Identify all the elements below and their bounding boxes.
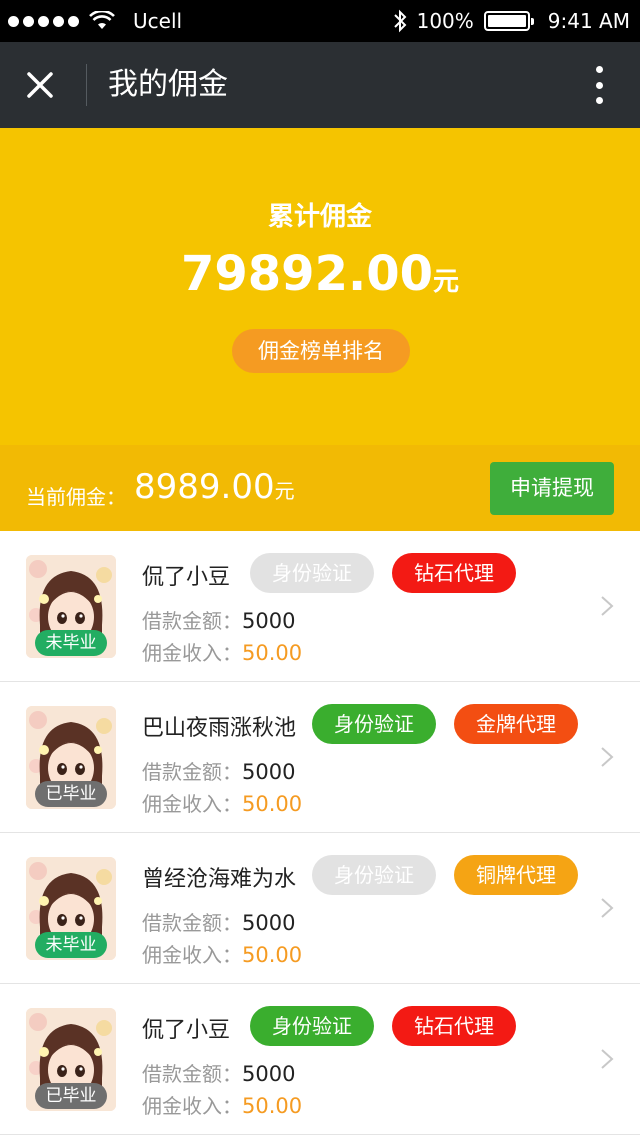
commission-income-value: 50.00	[242, 943, 303, 967]
commission-income-row: 佣金收入：50.00	[142, 939, 302, 968]
member-name: 侃了小豆	[142, 1018, 231, 1043]
signal-icon	[8, 15, 79, 27]
withdraw-button[interactable]: 申请提现	[490, 462, 614, 515]
loan-amount-row: 借款金额：5000	[142, 605, 295, 634]
current-commission-value: 8989.00元	[134, 467, 295, 507]
graduation-status-badge: 未毕业	[35, 932, 107, 958]
list-item[interactable]: 未毕业 曾经沧海难为水 身份验证 铜牌代理 借款金额：5000 佣金收入：50.…	[0, 833, 640, 984]
bluetooth-icon	[393, 9, 407, 33]
loan-amount-value: 5000	[242, 609, 296, 633]
commission-income-value: 50.00	[242, 1094, 303, 1118]
nav-bar: 我的佣金	[0, 42, 640, 128]
graduation-status-badge: 未毕业	[35, 630, 107, 656]
agent-level-tag: 钻石代理	[392, 1006, 516, 1046]
graduation-status-badge: 已毕业	[35, 781, 107, 807]
list-item[interactable]: 已毕业 侃了小豆 身份验证 钻石代理 借款金额：5000 佣金收入：50.00	[0, 984, 640, 1135]
chevron-right-icon	[601, 596, 614, 616]
commission-income-value: 50.00	[242, 641, 303, 665]
loan-amount-row: 借款金额：5000	[142, 1058, 295, 1087]
loan-amount-label: 借款金额：	[142, 609, 242, 633]
agent-level-tag: 钻石代理	[392, 553, 516, 593]
loan-amount-row: 借款金额：5000	[142, 907, 295, 936]
avatar: 未毕业	[26, 857, 116, 960]
battery-percent: 100%	[416, 9, 474, 33]
identity-verify-tag: 身份验证	[250, 553, 374, 593]
current-commission-label: 当前佣金：	[26, 485, 126, 509]
ranking-button[interactable]: 佣金榜单排名	[232, 329, 410, 373]
total-commission-unit: 元	[433, 267, 460, 297]
wifi-icon	[89, 11, 115, 29]
close-icon[interactable]	[20, 65, 60, 105]
commission-income-label: 佣金收入：	[142, 1094, 242, 1118]
agent-level-tag: 金牌代理	[454, 704, 579, 744]
identity-verify-tag: 身份验证	[312, 704, 437, 744]
carrier-name: Ucell	[133, 9, 183, 33]
avatar: 已毕业	[26, 706, 116, 809]
chevron-right-icon	[601, 898, 614, 918]
commission-income-row: 佣金收入：50.00	[142, 1090, 302, 1119]
commission-income-value: 50.00	[242, 792, 303, 816]
list-item[interactable]: 已毕业 巴山夜雨涨秋池 身份验证 金牌代理 借款金额：5000 佣金收入：50.…	[0, 682, 640, 833]
commission-income-label: 佣金收入：	[142, 943, 242, 967]
member-name: 侃了小豆	[142, 565, 231, 590]
status-bar: Ucell 100% 9:41 AM	[0, 0, 640, 42]
commission-income-row: 佣金收入：50.00	[142, 788, 302, 817]
status-left: Ucell	[8, 0, 182, 42]
member-name: 巴山夜雨涨秋池	[142, 716, 297, 741]
loan-amount-label: 借款金额：	[142, 1062, 242, 1086]
loan-amount-value: 5000	[242, 911, 296, 935]
page-title: 我的佣金	[108, 67, 228, 102]
graduation-status-badge: 已毕业	[35, 1083, 107, 1109]
current-commission-unit: 元	[274, 479, 295, 503]
current-commission-amount: 8989.00	[134, 467, 275, 507]
chevron-right-icon	[601, 1049, 614, 1069]
agent-level-tag: 铜牌代理	[454, 855, 579, 895]
identity-verify-tag: 身份验证	[250, 1006, 374, 1046]
loan-amount-value: 5000	[242, 760, 296, 784]
status-right: 100% 9:41 AM	[393, 0, 630, 42]
loan-amount-label: 借款金额：	[142, 760, 242, 784]
chevron-right-icon	[601, 747, 614, 767]
more-vertical-icon[interactable]	[594, 66, 604, 104]
nav-divider	[86, 64, 87, 106]
commission-list: 未毕业 侃了小豆 身份验证 钻石代理 借款金额：5000 佣金收入：50.00	[0, 531, 640, 1135]
avatar: 已毕业	[26, 1008, 116, 1111]
total-commission-value: 79892.00元	[0, 246, 640, 302]
total-commission-label: 累计佣金	[267, 202, 372, 232]
list-item[interactable]: 未毕业 侃了小豆 身份验证 钻石代理 借款金额：5000 佣金收入：50.00	[0, 531, 640, 682]
commission-income-row: 佣金收入：50.00	[142, 637, 302, 666]
avatar: 未毕业	[26, 555, 116, 658]
status-time: 9:41 AM	[547, 9, 630, 33]
commission-income-label: 佣金收入：	[142, 792, 242, 816]
current-commission-bar: 当前佣金： 8989.00元 申请提现	[0, 445, 640, 531]
loan-amount-value: 5000	[242, 1062, 296, 1086]
battery-icon	[483, 11, 534, 31]
member-name: 曾经沧海难为水	[142, 867, 297, 892]
commission-summary: 累计佣金 79892.00元 佣金榜单排名	[0, 128, 640, 445]
identity-verify-tag: 身份验证	[312, 855, 437, 895]
loan-amount-label: 借款金额：	[142, 911, 242, 935]
total-commission-amount: 79892.00	[180, 246, 433, 302]
loan-amount-row: 借款金额：5000	[142, 756, 295, 785]
commission-income-label: 佣金收入：	[142, 641, 242, 665]
